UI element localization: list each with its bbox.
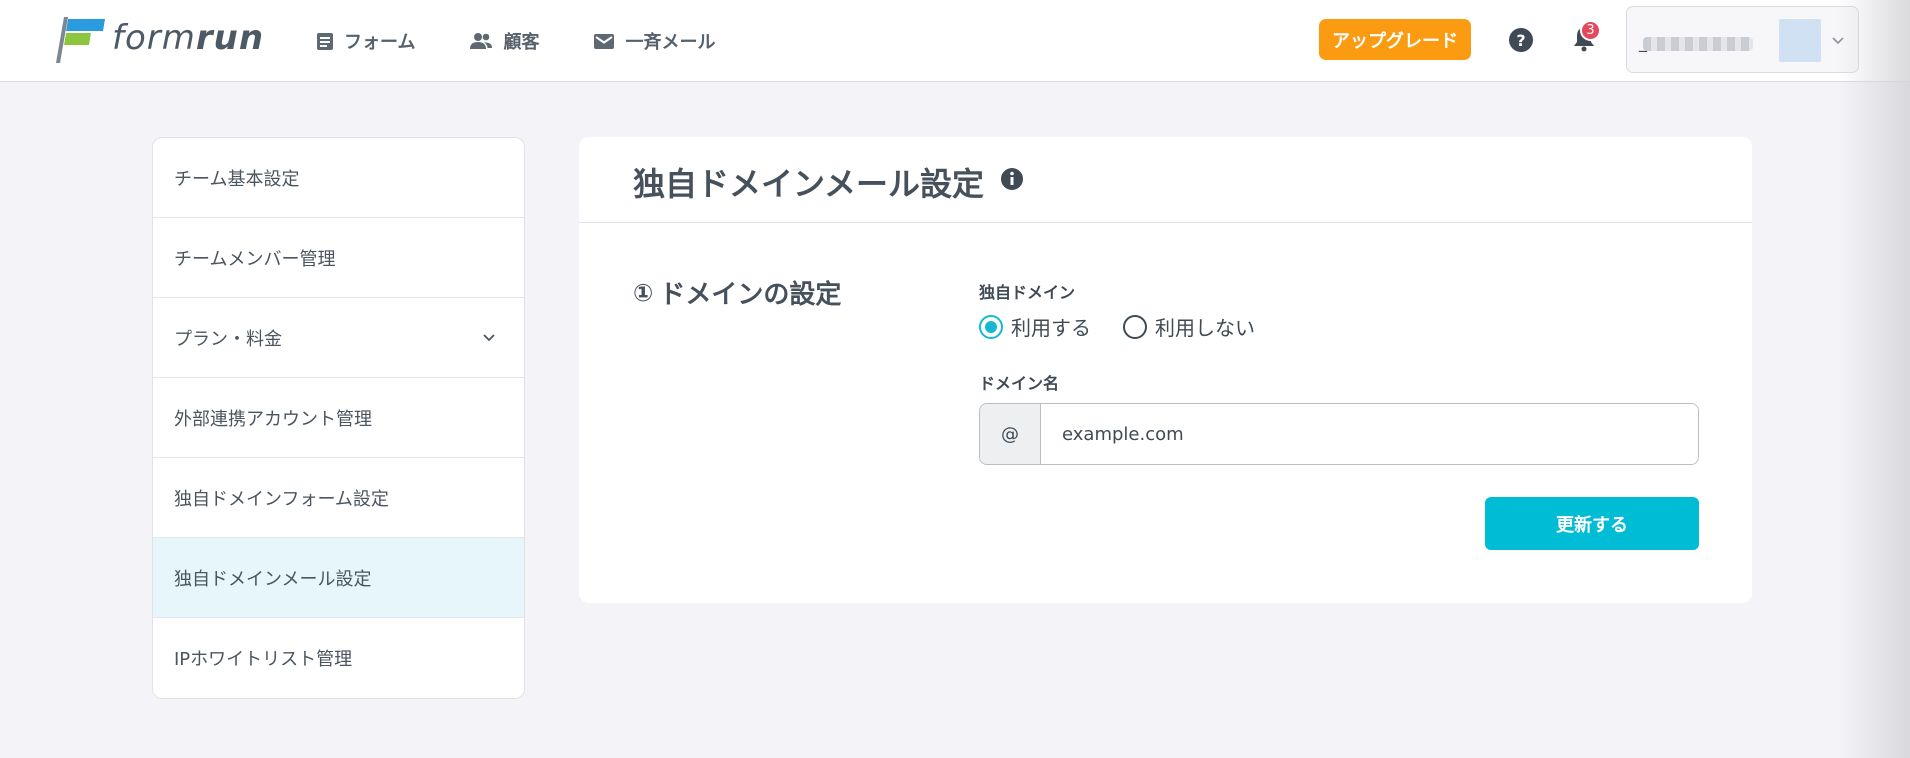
card-header: 独自ドメインメール設定 — [579, 137, 1752, 223]
formrun-logo[interactable]: formrun — [56, 17, 276, 63]
radio-not-use-circle[interactable] — [1123, 314, 1147, 339]
account-name-blurred — [1643, 37, 1753, 51]
section-title-text: ドメインの設定 — [659, 280, 842, 310]
nav-customers[interactable]: 顧客 — [469, 28, 539, 54]
nav-customers-label: 顧客 — [503, 32, 540, 53]
radio-use[interactable]: 利用する — [979, 312, 1091, 341]
sidebar-item-custom-domain-form[interactable]: 独自ドメインフォーム設定 — [153, 458, 524, 538]
sidebar-item-label: チームメンバー管理 — [174, 248, 336, 270]
info-icon[interactable] — [1000, 167, 1024, 191]
formrun-flag-icon — [56, 17, 105, 63]
notification-badge: 3 — [1580, 20, 1601, 41]
domain-name-label: ドメイン名 — [979, 374, 1060, 393]
sidebar-item-label: プラン・料金 — [174, 328, 282, 350]
logo-text-bold: run — [195, 18, 265, 58]
sidebar-item-label: 外部連携アカウント管理 — [174, 408, 372, 430]
right-edge-shadow — [1838, 0, 1910, 758]
settings-card: 独自ドメインメール設定 ① ドメインの設定 独自ドメイン 利用する 利用しない … — [579, 137, 1752, 603]
sidebar-item-custom-domain-mail[interactable]: 独自ドメインメール設定 — [153, 538, 524, 618]
section-title: ① ドメインの設定 — [633, 274, 841, 311]
at-prefix: @ — [980, 404, 1041, 464]
sidebar-item-label: IPホワイトリスト管理 — [174, 649, 353, 670]
svg-text:?: ? — [1516, 31, 1525, 50]
upgrade-button[interactable]: アップグレード — [1319, 19, 1471, 60]
settings-sidebar: チーム基本設定 チームメンバー管理 プラン・料金 外部連携アカウント管理 独自ド… — [152, 137, 525, 699]
help-icon[interactable]: ? — [1508, 27, 1534, 53]
chevron-down-icon — [483, 334, 495, 342]
section-number: ① — [633, 278, 654, 307]
nav-bulk-mail[interactable]: 一斉メール — [593, 28, 715, 54]
domain-name-input[interactable] — [1041, 404, 1698, 464]
account-menu[interactable]: _ — [1626, 6, 1859, 73]
nav-bulk-mail-label: 一斉メール — [625, 32, 716, 53]
domain-input-group: @ — [979, 403, 1699, 465]
sidebar-item-label: チーム基本設定 — [174, 168, 300, 190]
main-nav: フォーム 顧客 一斉メール — [316, 28, 715, 54]
update-button[interactable]: 更新する — [1485, 497, 1699, 550]
top-header: formrun フォーム 顧客 一斉メール アップグレード ? 3 — [0, 0, 1910, 82]
mail-icon — [594, 33, 615, 49]
custom-domain-radio-group: 利用する 利用しない — [979, 312, 1255, 341]
custom-domain-label: 独自ドメイン — [979, 283, 1076, 302]
chevron-down-icon — [1832, 37, 1844, 45]
nav-forms-label: フォーム — [344, 32, 416, 53]
sidebar-item-label: 独自ドメインフォーム設定 — [174, 488, 389, 510]
radio-use-circle[interactable] — [979, 314, 1003, 339]
logo-wordmark: formrun — [112, 18, 264, 58]
sidebar-item-team-basic[interactable]: チーム基本設定 — [153, 138, 524, 218]
form-icon — [317, 32, 333, 50]
radio-use-label: 利用する — [1011, 316, 1091, 340]
sidebar-item-label: 独自ドメインメール設定 — [174, 568, 372, 590]
avatar — [1779, 19, 1821, 62]
sidebar-item-team-members[interactable]: チームメンバー管理 — [153, 218, 524, 298]
customers-icon — [470, 33, 493, 49]
radio-not-use[interactable]: 利用しない — [1123, 312, 1255, 341]
sidebar-item-external-accounts[interactable]: 外部連携アカウント管理 — [153, 378, 524, 458]
sidebar-item-ip-whitelist[interactable]: IPホワイトリスト管理 — [153, 618, 524, 698]
sidebar-item-plan-pricing[interactable]: プラン・料金 — [153, 298, 524, 378]
nav-forms[interactable]: フォーム — [316, 28, 415, 54]
page-title: 独自ドメインメール設定 — [633, 165, 985, 203]
radio-not-use-label: 利用しない — [1155, 316, 1255, 340]
logo-text-light: form — [112, 18, 196, 58]
